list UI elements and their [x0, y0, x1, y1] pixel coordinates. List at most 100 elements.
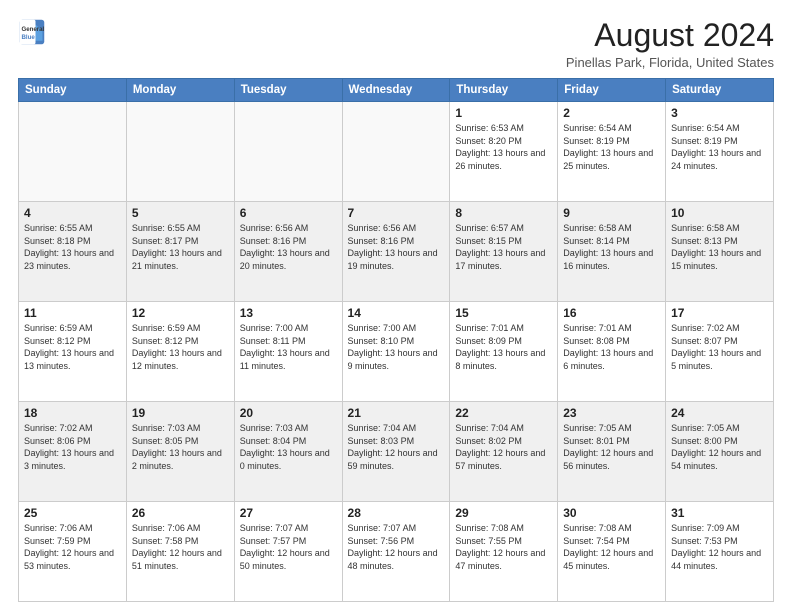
col-monday: Monday	[126, 79, 234, 102]
day-number: 30	[563, 506, 660, 520]
day-number: 28	[348, 506, 445, 520]
svg-text:Blue: Blue	[22, 34, 36, 41]
table-row: 12 Sunrise: 6:59 AM Sunset: 8:12 PM Dayli…	[126, 302, 234, 402]
calendar-week-row: 4Sunrise: 6:55 AM Sunset: 8:18 PM Daylig…	[19, 202, 774, 302]
day-info: Sunrise: 6:54 AM Sunset: 8:19 PM Dayligh…	[563, 122, 660, 172]
table-row: 20Sunrise: 7:03 AM Sunset: 8:04 PM Dayli…	[234, 402, 342, 502]
table-row: 28 Sunrise: 7:07 AM Sunset: 7:56 PM Dayli…	[342, 502, 450, 602]
day-info: Sunrise: 7:00 AM Sunset: 8:10 PM Dayligh…	[348, 322, 445, 372]
day-number: 26	[132, 506, 229, 520]
calendar-header-row: Sunday Monday Tuesday Wednesday Thursday…	[19, 79, 774, 102]
table-row: 21Sunrise: 7:04 AM Sunset: 8:03 PM Dayli…	[342, 402, 450, 502]
day-number: 18	[24, 406, 121, 420]
day-info: Sunrise: 6:59 AM Sunset: 8:12 PM Dayligh…	[24, 322, 121, 372]
day-info: Sunrise: 6:55 AM Sunset: 8:18 PM Dayligh…	[24, 222, 121, 272]
day-number: 8	[455, 206, 552, 220]
day-number: 3	[671, 106, 768, 120]
table-row: 31 Sunrise: 7:09 AM Sunset: 7:53 PM Dayli…	[666, 502, 774, 602]
day-info: Sunrise: 7:06 AM Sunset: 7:58 PM Dayligh…	[132, 522, 229, 572]
day-info: Sunrise: 7:01 AM Sunset: 8:08 PM Dayligh…	[563, 322, 660, 372]
table-row	[19, 102, 127, 202]
day-number: 15	[455, 306, 552, 320]
table-row: 4Sunrise: 6:55 AM Sunset: 8:18 PM Daylig…	[19, 202, 127, 302]
title-block: August 2024 Pinellas Park, Florida, Unit…	[566, 18, 774, 70]
table-row: 29Sunrise: 7:08 AM Sunset: 7:55 PM Dayli…	[450, 502, 558, 602]
table-row: 22Sunrise: 7:04 AM Sunset: 8:02 PM Dayli…	[450, 402, 558, 502]
main-title: August 2024	[566, 18, 774, 53]
table-row	[126, 102, 234, 202]
col-sunday: Sunday	[19, 79, 127, 102]
day-info: Sunrise: 7:09 AM Sunset: 7:53 PM Dayligh…	[671, 522, 768, 572]
day-info: Sunrise: 7:05 AM Sunset: 8:01 PM Dayligh…	[563, 422, 660, 472]
day-number: 27	[240, 506, 337, 520]
header: General Blue August 2024 Pinellas Park, …	[18, 18, 774, 70]
day-number: 16	[563, 306, 660, 320]
day-info: Sunrise: 7:07 AM Sunset: 7:56 PM Dayligh…	[348, 522, 445, 572]
table-row: 9 Sunrise: 6:58 AM Sunset: 8:14 PM Daylig…	[558, 202, 666, 302]
calendar-table: Sunday Monday Tuesday Wednesday Thursday…	[18, 78, 774, 602]
table-row: 17 Sunrise: 7:02 AM Sunset: 8:07 PM Dayli…	[666, 302, 774, 402]
calendar-week-row: 25 Sunrise: 7:06 AM Sunset: 7:59 PM Dayli…	[19, 502, 774, 602]
day-number: 1	[455, 106, 552, 120]
day-info: Sunrise: 7:05 AM Sunset: 8:00 PM Dayligh…	[671, 422, 768, 472]
day-info: Sunrise: 6:58 AM Sunset: 8:14 PM Dayligh…	[563, 222, 660, 272]
day-number: 24	[671, 406, 768, 420]
day-info: Sunrise: 7:04 AM Sunset: 8:03 PM Dayligh…	[348, 422, 445, 472]
day-info: Sunrise: 7:07 AM Sunset: 7:57 PM Dayligh…	[240, 522, 337, 572]
table-row: 18 Sunrise: 7:02 AM Sunset: 8:06 PM Dayli…	[19, 402, 127, 502]
table-row: 24 Sunrise: 7:05 AM Sunset: 8:00 PM Dayli…	[666, 402, 774, 502]
day-info: Sunrise: 6:57 AM Sunset: 8:15 PM Dayligh…	[455, 222, 552, 272]
day-info: Sunrise: 7:08 AM Sunset: 7:55 PM Dayligh…	[455, 522, 552, 572]
day-info: Sunrise: 6:59 AM Sunset: 8:12 PM Dayligh…	[132, 322, 229, 372]
day-info: Sunrise: 7:02 AM Sunset: 8:06 PM Dayligh…	[24, 422, 121, 472]
day-number: 17	[671, 306, 768, 320]
table-row: 6 Sunrise: 6:56 AM Sunset: 8:16 PM Daylig…	[234, 202, 342, 302]
day-number: 19	[132, 406, 229, 420]
col-tuesday: Tuesday	[234, 79, 342, 102]
table-row: 5Sunrise: 6:55 AM Sunset: 8:17 PM Daylig…	[126, 202, 234, 302]
table-row: 10 Sunrise: 6:58 AM Sunset: 8:13 PM Dayli…	[666, 202, 774, 302]
logo-icon: General Blue	[18, 18, 46, 46]
page: General Blue August 2024 Pinellas Park, …	[0, 0, 792, 612]
day-number: 12	[132, 306, 229, 320]
table-row: 23 Sunrise: 7:05 AM Sunset: 8:01 PM Dayli…	[558, 402, 666, 502]
day-number: 7	[348, 206, 445, 220]
col-friday: Friday	[558, 79, 666, 102]
subtitle: Pinellas Park, Florida, United States	[566, 55, 774, 70]
table-row: 8 Sunrise: 6:57 AM Sunset: 8:15 PM Daylig…	[450, 202, 558, 302]
col-saturday: Saturday	[666, 79, 774, 102]
day-number: 6	[240, 206, 337, 220]
day-info: Sunrise: 7:00 AM Sunset: 8:11 PM Dayligh…	[240, 322, 337, 372]
day-number: 23	[563, 406, 660, 420]
day-number: 9	[563, 206, 660, 220]
day-info: Sunrise: 6:58 AM Sunset: 8:13 PM Dayligh…	[671, 222, 768, 272]
day-number: 25	[24, 506, 121, 520]
day-info: Sunrise: 7:01 AM Sunset: 8:09 PM Dayligh…	[455, 322, 552, 372]
day-number: 14	[348, 306, 445, 320]
day-number: 22	[455, 406, 552, 420]
day-number: 2	[563, 106, 660, 120]
calendar-week-row: 11Sunrise: 6:59 AM Sunset: 8:12 PM Dayli…	[19, 302, 774, 402]
table-row: 15 Sunrise: 7:01 AM Sunset: 8:09 PM Dayli…	[450, 302, 558, 402]
table-row: 3 Sunrise: 6:54 AM Sunset: 8:19 PM Daylig…	[666, 102, 774, 202]
table-row: 11Sunrise: 6:59 AM Sunset: 8:12 PM Dayli…	[19, 302, 127, 402]
table-row: 2 Sunrise: 6:54 AM Sunset: 8:19 PM Daylig…	[558, 102, 666, 202]
day-info: Sunrise: 6:54 AM Sunset: 8:19 PM Dayligh…	[671, 122, 768, 172]
day-number: 10	[671, 206, 768, 220]
day-number: 31	[671, 506, 768, 520]
col-thursday: Thursday	[450, 79, 558, 102]
calendar-week-row: 18 Sunrise: 7:02 AM Sunset: 8:06 PM Dayli…	[19, 402, 774, 502]
table-row: 16 Sunrise: 7:01 AM Sunset: 8:08 PM Dayli…	[558, 302, 666, 402]
table-row	[234, 102, 342, 202]
day-info: Sunrise: 7:03 AM Sunset: 8:04 PM Dayligh…	[240, 422, 337, 472]
col-wednesday: Wednesday	[342, 79, 450, 102]
day-info: Sunrise: 6:56 AM Sunset: 8:16 PM Dayligh…	[240, 222, 337, 272]
day-info: Sunrise: 6:55 AM Sunset: 8:17 PM Dayligh…	[132, 222, 229, 272]
svg-text:General: General	[22, 26, 45, 33]
table-row: 1 Sunrise: 6:53 AM Sunset: 8:20 PM Daylig…	[450, 102, 558, 202]
day-info: Sunrise: 6:53 AM Sunset: 8:20 PM Dayligh…	[455, 122, 552, 172]
table-row: 30Sunrise: 7:08 AM Sunset: 7:54 PM Dayli…	[558, 502, 666, 602]
calendar-week-row: 1 Sunrise: 6:53 AM Sunset: 8:20 PM Daylig…	[19, 102, 774, 202]
day-info: Sunrise: 7:02 AM Sunset: 8:07 PM Dayligh…	[671, 322, 768, 372]
day-info: Sunrise: 7:06 AM Sunset: 7:59 PM Dayligh…	[24, 522, 121, 572]
